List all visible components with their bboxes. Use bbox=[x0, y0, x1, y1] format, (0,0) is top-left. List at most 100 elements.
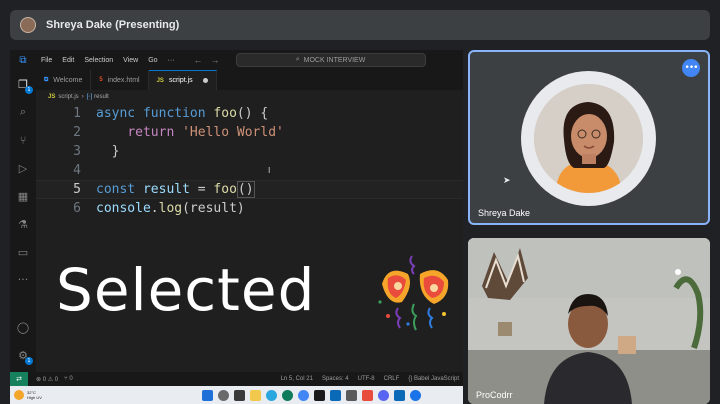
tab-script-js[interactable]: JS script.js bbox=[148, 70, 217, 90]
settings-badge: 1 bbox=[25, 357, 33, 365]
menu-selection[interactable]: Selection bbox=[79, 57, 118, 64]
tab-label: index.html bbox=[107, 76, 140, 84]
menu-edit[interactable]: Edit bbox=[57, 57, 79, 64]
back-arrow-icon[interactable]: ← bbox=[190, 55, 207, 65]
testing-icon[interactable]: ⚗ bbox=[16, 217, 30, 231]
vscode-logo-icon: ⧉ bbox=[19, 54, 27, 66]
code-line-current: 5 const result = foo() bbox=[36, 180, 463, 199]
vscode-tab-icon: ⧉ bbox=[44, 76, 49, 83]
taskbar-icons bbox=[202, 389, 421, 401]
source-control-icon[interactable]: ⑂ bbox=[16, 133, 30, 147]
app-icon[interactable] bbox=[346, 389, 357, 401]
start-icon[interactable] bbox=[202, 389, 213, 401]
vscode-icon[interactable] bbox=[394, 389, 405, 401]
line-number: 5 bbox=[73, 182, 81, 197]
activity-bar: ❐ 1 ⌕ ⑂ ▷ ▦ ⚗ ▭ ··· ◯ ⚙ 1 bbox=[10, 70, 36, 372]
edge-icon[interactable] bbox=[282, 389, 293, 401]
command-center[interactable]: ⌕ MOCK INTERVIEW bbox=[235, 53, 426, 67]
search-icon[interactable]: ⌕ bbox=[16, 105, 30, 119]
language-mode[interactable]: {} Babel JavaScript bbox=[408, 376, 459, 382]
line-number: 4 bbox=[73, 163, 81, 178]
discord-icon[interactable] bbox=[378, 389, 389, 401]
vscode-titlebar: ⧉ File Edit Selection View Go ··· ← → ⌕ … bbox=[10, 50, 463, 70]
code-line: 1 async function foo() { bbox=[36, 104, 463, 123]
telegram-icon[interactable] bbox=[266, 389, 277, 401]
editor-tabs: ⧉ Welcome 5 index.html JS script.js bbox=[36, 70, 463, 90]
terminal-icon[interactable] bbox=[314, 389, 325, 401]
vscode-icon[interactable] bbox=[330, 389, 341, 401]
menu-more[interactable]: ··· bbox=[163, 57, 180, 64]
code-line: 4 bbox=[36, 161, 463, 180]
code-line: 6 console.log(result) bbox=[36, 199, 463, 218]
windows-taskbar: 32°C High UV bbox=[10, 386, 463, 404]
participant-name: Shreya Dake bbox=[478, 208, 531, 218]
participant-tile-procodrr[interactable]: ProCodrr bbox=[468, 238, 710, 404]
code-text: const result = foo() bbox=[96, 181, 255, 198]
line-number: 1 bbox=[73, 106, 81, 121]
presenter-avatar bbox=[20, 17, 36, 33]
account-icon[interactable]: ◯ bbox=[16, 320, 30, 334]
search-icon[interactable] bbox=[218, 389, 229, 401]
folder-icon[interactable]: ▭ bbox=[16, 245, 30, 259]
code-text: async function foo() { bbox=[96, 106, 269, 121]
tab-index-html[interactable]: 5 index.html bbox=[91, 70, 149, 90]
more-icon[interactable]: ··· bbox=[16, 272, 30, 286]
unsaved-dot-icon[interactable] bbox=[202, 78, 208, 83]
chevron-right-icon: › bbox=[81, 94, 84, 100]
remote-icon[interactable]: ⇄ bbox=[10, 372, 28, 386]
command-center-label: MOCK INTERVIEW bbox=[303, 56, 366, 64]
tab-label: Welcome bbox=[53, 76, 83, 84]
shared-screen: ⧉ File Edit Selection View Go ··· ← → ⌕ … bbox=[10, 50, 463, 386]
menu-go[interactable]: Go bbox=[143, 57, 162, 64]
cursor-position[interactable]: Ln 5, Col 21 bbox=[281, 376, 313, 382]
party-popper-icon bbox=[378, 255, 449, 331]
line-ending[interactable]: CRLF bbox=[384, 376, 400, 382]
menu-file[interactable]: File bbox=[36, 57, 57, 64]
status-bar: ⇄ ⊗ 0 ⚠ 0 ⑂ 0 Ln 5, Col 21 Spaces: 4 UTF… bbox=[10, 372, 463, 386]
app-icon[interactable] bbox=[362, 389, 373, 401]
line-number: 6 bbox=[73, 201, 81, 216]
extensions-icon[interactable]: ▦ bbox=[16, 189, 30, 203]
weather-widget[interactable]: 32°C High UV bbox=[14, 390, 42, 400]
indentation[interactable]: Spaces: 4 bbox=[322, 376, 349, 382]
js-file-icon: JS bbox=[156, 77, 164, 84]
weather-desc: High UV bbox=[27, 395, 42, 400]
code-text: } bbox=[111, 144, 120, 159]
presenter-bar: Shreya Dake (Presenting) bbox=[10, 10, 710, 40]
ports-status[interactable]: ⑂ 0 bbox=[64, 376, 73, 383]
line-number: 2 bbox=[73, 125, 81, 140]
avatar bbox=[534, 84, 643, 193]
participant-name: ProCodrr bbox=[476, 390, 513, 400]
more-horizontal-icon[interactable]: ••• bbox=[682, 59, 700, 77]
task-view-icon[interactable] bbox=[234, 389, 245, 401]
sun-icon bbox=[14, 390, 24, 400]
presenter-title: Shreya Dake (Presenting) bbox=[46, 19, 180, 31]
tab-welcome[interactable]: ⧉ Welcome bbox=[36, 70, 92, 90]
mouse-pointer-icon: ➤ bbox=[503, 176, 511, 186]
code-text: console.log(result) bbox=[96, 201, 245, 216]
menu-view[interactable]: View bbox=[118, 57, 143, 64]
meet-icon[interactable] bbox=[410, 389, 421, 401]
code-text: return 'Hello World' bbox=[127, 125, 284, 140]
camera-feed bbox=[468, 238, 710, 404]
participant-tile-shreya[interactable]: ••• ➤ Shreya Dake bbox=[468, 50, 710, 225]
selected-overlay-text: Selected bbox=[56, 256, 316, 324]
search-icon: ⌕ bbox=[295, 56, 300, 63]
line-number: 3 bbox=[73, 144, 81, 159]
variable-icon: [◦] bbox=[86, 94, 93, 100]
explorer-badge: 1 bbox=[25, 86, 33, 94]
breadcrumb-file[interactable]: script.js bbox=[58, 94, 78, 100]
file-explorer-icon[interactable] bbox=[250, 389, 261, 401]
run-debug-icon[interactable]: ▷ bbox=[16, 161, 30, 175]
meet-window: Shreya Dake (Presenting) ⧉ File Edit Sel… bbox=[0, 0, 720, 404]
js-file-icon: JS bbox=[48, 94, 56, 100]
forward-arrow-icon[interactable]: → bbox=[207, 55, 224, 65]
code-line: 3 } bbox=[36, 142, 463, 161]
html-file-icon: 5 bbox=[99, 77, 103, 83]
tab-label: script.js bbox=[168, 77, 193, 84]
problems-status[interactable]: ⊗ 0 ⚠ 0 bbox=[36, 376, 58, 383]
encoding[interactable]: UTF-8 bbox=[358, 376, 375, 382]
code-line: 2 return 'Hello World' bbox=[36, 123, 463, 142]
chrome-icon[interactable] bbox=[298, 389, 309, 401]
breadcrumb-symbol[interactable]: result bbox=[94, 94, 109, 100]
